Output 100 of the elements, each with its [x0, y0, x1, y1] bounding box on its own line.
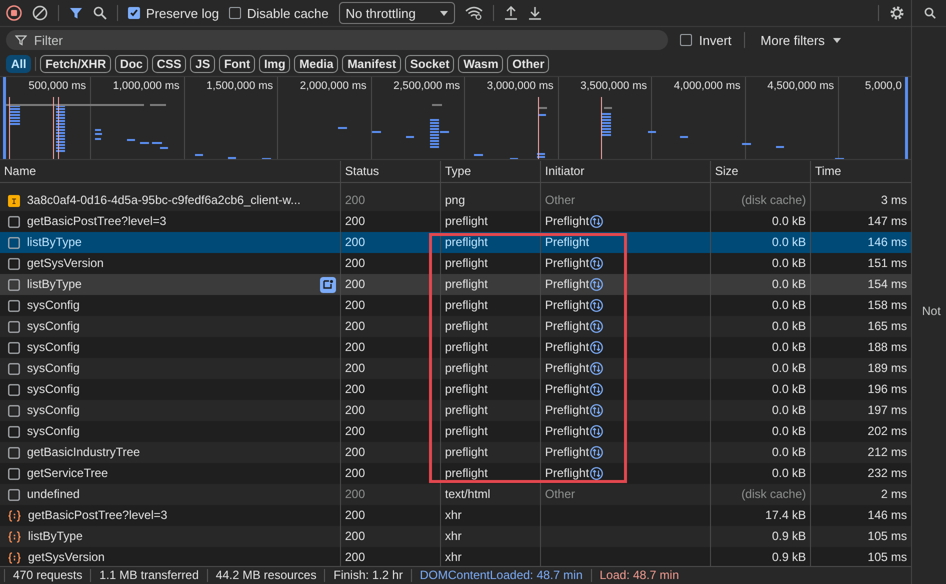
preflight-link-icon [590, 362, 604, 375]
table-cell-text: 165 ms [868, 318, 907, 335]
table-cell-text: 0.0 kB [772, 444, 806, 461]
request-icon [8, 278, 20, 290]
table-cell-text: preflight [445, 297, 488, 314]
checkbox[interactable] [128, 7, 140, 19]
table-cell-text: Preflight [545, 318, 590, 335]
request-row[interactable]: getBasicPostTree?level=3 200 preflight Preflight 0.0 kB 147 ms [0, 211, 911, 232]
table-cell-text: Preflight [545, 360, 590, 377]
more-filters-button[interactable]: More filters [756, 30, 845, 50]
request-icon [8, 362, 20, 374]
request-row[interactable]: getServiceTree 200 preflight Preflight 0.0 kB 232 ms [0, 463, 911, 484]
table-cell-text: 232 ms [868, 465, 907, 482]
column-header[interactable]: Type [440, 161, 540, 182]
table-cell-text: preflight [445, 339, 488, 356]
table-cell-text: 154 ms [868, 276, 907, 293]
table-cell-text: Preflight [545, 213, 590, 230]
table-cell-text: 200 [345, 528, 366, 545]
type-filter-chip[interactable]: Manifest [342, 55, 402, 73]
type-filter-chip[interactable]: Img [259, 55, 290, 73]
table-cell-text: 200 [345, 465, 366, 482]
request-row[interactable]: listByType 200 preflight Preflight 0.0 kB 154 ms [0, 274, 911, 295]
table-cell-text: listByType [28, 528, 84, 545]
request-icon [8, 320, 20, 332]
table-cell-text: preflight [445, 234, 488, 251]
time-tick-label: 5,000,0 [865, 80, 902, 92]
upload-icon[interactable] [504, 6, 518, 20]
table-cell-text: 3 ms [880, 192, 907, 209]
type-filter-chip[interactable]: Media [294, 55, 338, 73]
request-row[interactable]: sysConfig 200 preflight Preflight 0.0 kB 202 ms [0, 421, 911, 442]
table-cell-text: (disk cache) [741, 192, 806, 209]
type-filter-chip[interactable]: CSS [152, 55, 186, 73]
time-tick-label: 4,500,000 ms [767, 80, 834, 92]
status-text: 44.2 MB resources [206, 569, 324, 582]
filter-field[interactable]: Filter [6, 30, 668, 50]
checkbox-label: Disable cache [246, 6, 329, 20]
request-row[interactable]: getBasicPostTree?level=3 200 xhr 17.4 kB 146 ms [0, 505, 911, 526]
throttling-dropdown[interactable]: No throttling [338, 2, 455, 24]
type-filter-chip[interactable]: Wasm [458, 55, 504, 73]
type-filter-chip[interactable]: JS [190, 55, 216, 73]
clear-icon[interactable] [32, 5, 48, 21]
table-cell-text: getSysVersion [28, 549, 106, 566]
table-cell-text: 0.0 kB [772, 402, 806, 419]
request-row[interactable]: listByType 200 preflight Preflight 0.0 kB 146 ms [0, 232, 911, 253]
checkbox[interactable] [680, 34, 692, 46]
type-filter-chip[interactable]: Other [507, 55, 550, 73]
request-icon [8, 216, 20, 228]
caret-icon [440, 10, 448, 16]
table-cell-text: xhr [445, 507, 462, 524]
table-cell-text: preflight [445, 276, 488, 293]
search-icon[interactable] [924, 7, 936, 19]
table-cell-text: 0.0 kB [772, 465, 806, 482]
type-filter-chip[interactable]: Doc [115, 55, 148, 73]
column-header[interactable]: Name [0, 161, 340, 182]
request-row[interactable]: sysConfig 200 preflight Preflight 0.0 kB 196 ms [0, 379, 911, 400]
table-cell-text: Preflight [545, 402, 590, 419]
request-details-icon[interactable] [320, 276, 336, 292]
fetch-icon [8, 530, 21, 542]
table-cell-text: Preflight [545, 465, 590, 482]
search-icon[interactable] [93, 6, 107, 20]
filter-icon[interactable] [69, 6, 83, 20]
settings-icon[interactable] [889, 5, 905, 21]
table-cell-text: 200 [345, 297, 366, 314]
type-filter-chip[interactable]: Font [219, 55, 256, 73]
table-cell-text: preflight [445, 465, 488, 482]
table-cell-text: 147 ms [868, 213, 907, 230]
table-cell-text: listByType [27, 234, 83, 251]
table-cell-text: Preflight [545, 234, 590, 251]
table-cell-text: 200 [345, 444, 366, 461]
column-header[interactable]: Initiator [540, 161, 710, 182]
table-cell-text: 202 ms [868, 423, 907, 440]
checkbox[interactable] [228, 7, 241, 19]
request-row[interactable]: sysConfig 200 preflight Preflight 0.0 kB 158 ms [0, 295, 911, 316]
table-cell-text: 0.9 kB [772, 528, 806, 545]
table-cell-text: preflight [445, 423, 488, 440]
request-icon [8, 300, 20, 312]
column-header[interactable]: Time [810, 161, 911, 182]
time-tick-label: 2,500,000 ms [393, 80, 460, 92]
request-row[interactable]: getSysVersion 200 preflight Preflight 0.0 kB 151 ms [0, 253, 911, 274]
table-cell-text: 197 ms [868, 402, 907, 419]
table-cell-text: sysConfig [27, 318, 81, 335]
stop-recording-icon[interactable] [6, 5, 22, 21]
table-cell-text: 146 ms [868, 234, 907, 251]
table-cell-text: 0.9 kB [772, 549, 806, 566]
request-row[interactable]: sysConfig 200 preflight Preflight 0.0 kB 188 ms [0, 337, 911, 358]
time-tick-label: 2,000,000 ms [300, 80, 366, 92]
table-cell-text: 200 [345, 276, 366, 293]
download-icon[interactable] [528, 6, 542, 20]
status-text: Load: 48.7 min [590, 569, 688, 582]
type-filter-chip[interactable]: Fetch/XHR [40, 55, 112, 73]
table-cell-text: xhr [445, 528, 462, 545]
type-filter-chip[interactable]: All [6, 55, 32, 73]
request-row[interactable]: getSysVersion 200 xhr 0.9 kB 105 ms [0, 547, 911, 566]
table-cell-text: 200 [345, 549, 366, 566]
column-header[interactable]: Size [710, 161, 810, 182]
type-filter-chip[interactable]: Socket [405, 55, 454, 73]
table-cell-text: preflight [445, 360, 488, 377]
column-header[interactable]: Status [340, 161, 440, 182]
table-cell-text: 200 [345, 213, 366, 230]
wifi-settings-icon[interactable] [464, 6, 483, 20]
